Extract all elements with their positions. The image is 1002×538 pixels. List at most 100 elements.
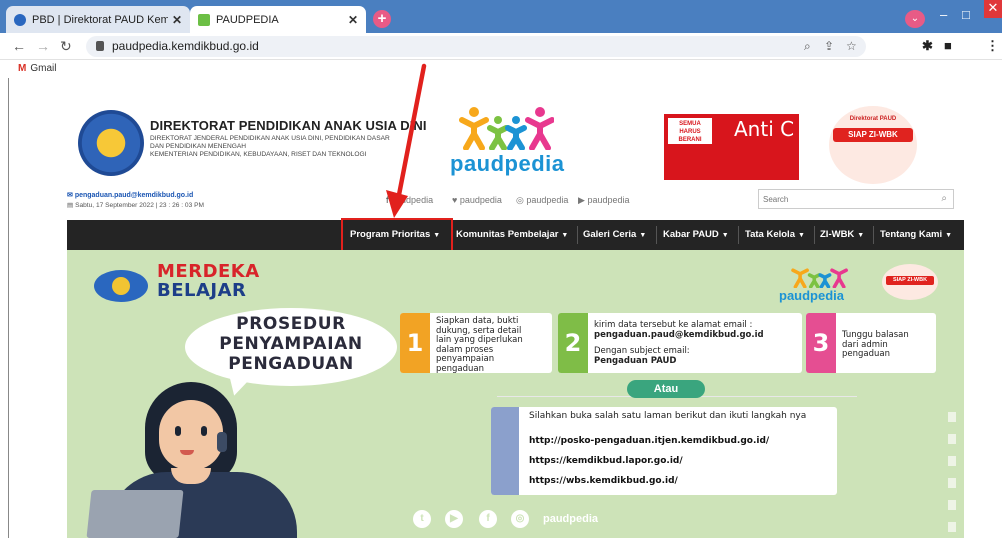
share-icon[interactable]: ⇪ (824, 39, 834, 53)
close-window-icon[interactable]: ✕ (984, 0, 1002, 18)
youtube-icon[interactable]: ▶ (445, 510, 463, 528)
contact-email-link[interactable]: ✉ pengaduan.paud@kemdikbud.go.id (67, 191, 193, 199)
forward-icon[interactable]: → (36, 38, 50, 54)
slider-dot[interactable] (948, 434, 956, 444)
bookmark-star-icon[interactable]: ☆ (846, 39, 857, 53)
extensions-puzzle-icon[interactable]: ✱ (922, 38, 933, 54)
nav-galeri-ceria[interactable]: Galeri Ceria ▼ (583, 229, 646, 240)
search-icon[interactable]: ⌕ (941, 193, 947, 204)
url-text[interactable]: paudpedia.kemdikbud.go.id (112, 39, 259, 53)
instagram-icon[interactable]: ◎ (511, 510, 529, 528)
minimize-icon[interactable]: – (940, 7, 947, 22)
close-tab-icon[interactable]: ✕ (172, 13, 182, 27)
tab-title: PAUDPEDIA (216, 13, 279, 26)
nav-zi-wbk[interactable]: ZI-WBK ▼ (820, 229, 864, 240)
tab-search-icon[interactable]: ⌄ (905, 10, 925, 28)
slider-dot[interactable] (948, 500, 956, 510)
tab-paudpedia[interactable]: PAUDPEDIA ✕ (190, 6, 366, 33)
social-youtube[interactable]: ▶ paudpedia (578, 195, 629, 206)
paudpedia-wordmark[interactable]: paudpedia (450, 151, 565, 177)
youtube-icon: ▶ (578, 195, 585, 205)
footer-handle: paudpedia (543, 513, 599, 525)
back-icon[interactable]: ← (12, 38, 26, 54)
main-navbar: Program Prioritas ▼ Komunitas Pembelajar ▼… (67, 220, 964, 250)
search-input[interactable] (763, 193, 923, 206)
new-tab-button[interactable]: + (373, 10, 391, 28)
bookmark-gmail[interactable]: M Gmail (18, 63, 56, 74)
step-line: Pengaduan PAUD (594, 355, 677, 366)
zi-wbk-small-badge: SIAP ZI-WBK (882, 264, 938, 300)
step-card-3: 3 Tunggu balasan dari admin pengaduan (806, 313, 936, 373)
bookmarks-bar: M Gmail (0, 60, 1002, 78)
nav-divider (814, 226, 815, 244)
side-panel-icon[interactable]: ■ (944, 38, 952, 53)
step-line: pengaduan.paud@kemdikbud.go.id (594, 329, 764, 340)
lock-icon (96, 41, 104, 51)
nav-label: Tentang Kami (880, 229, 943, 240)
social-instagram[interactable]: ◎ paudpedia (516, 195, 568, 206)
nav-label: Kabar PAUD (663, 229, 719, 240)
nav-divider (738, 226, 739, 244)
caret-down-icon: ▼ (797, 232, 805, 239)
step-text: Tunggu balasan dari admin pengaduan (842, 330, 909, 360)
step-number: 3 (806, 313, 836, 373)
reload-icon[interactable]: ↻ (60, 38, 72, 55)
link-wbs-kemdikbud[interactable]: https://wbs.kemdikbud.go.id/ (529, 476, 678, 486)
step-card-1: 1 Siapkan data, bukti dukung, serta deta… (400, 313, 552, 373)
headline-line: PROSEDUR (236, 314, 346, 334)
org-subtitle-line: DAN PENDIDIKAN MENENGAH (150, 143, 246, 150)
twitter-icon: ♥ (452, 195, 458, 205)
belajar-text: BELAJAR (157, 280, 247, 301)
menu-kebab-icon[interactable]: ⋮ (986, 38, 999, 54)
bookmark-label: Gmail (30, 63, 57, 74)
url-omnibox[interactable]: paudpedia.kemdikbud.go.id ⌕ ⇪ ☆ (86, 36, 866, 57)
nav-label: Tata Kelola (745, 229, 795, 240)
nav-tentang-kami[interactable]: Tentang Kami ▼ (880, 229, 952, 240)
caret-down-icon: ▼ (945, 232, 953, 239)
zoom-icon[interactable]: ⌕ (804, 39, 811, 54)
step-text: kirim data tersebut ke alamat email : pe… (594, 320, 764, 366)
nav-divider (656, 226, 657, 244)
step-line: pengaduan (842, 349, 890, 359)
alternative-links-box: Silahkan buka salah satu laman berikut d… (491, 407, 837, 495)
slider-dot[interactable] (948, 412, 956, 422)
nav-komunitas-pembelajar[interactable]: Komunitas Pembelajar ▼ (456, 229, 568, 240)
nav-kabar-paud[interactable]: Kabar PAUD ▼ (663, 229, 729, 240)
gmail-icon: M (18, 63, 27, 74)
laptop-icon (86, 490, 184, 538)
atau-pill: Atau (627, 380, 705, 398)
slider-dot[interactable] (948, 478, 956, 488)
nav-tata-kelola[interactable]: Tata Kelola ▼ (745, 229, 805, 240)
links-intro: Silahkan buka salah satu laman berikut d… (529, 411, 807, 421)
nav-label: Galeri Ceria (583, 229, 637, 240)
org-subtitle-line: DIREKTORAT JENDERAL PENDIDIKAN ANAK USIA… (150, 135, 390, 142)
paudpedia-small-wordmark: paudpedia (779, 288, 845, 303)
slider-dot[interactable] (948, 456, 956, 466)
step-number: 2 (558, 313, 588, 373)
contact-email-text: pengaduan.paud@kemdikbud.go.id (74, 192, 194, 199)
social-label: paudpedia (526, 195, 569, 205)
links-box-stripe (491, 407, 519, 495)
badge-top-text: Direktorat PAUD (849, 116, 897, 122)
maximize-icon[interactable]: □ (962, 7, 970, 22)
address-bar: ← → ↻ paudpedia.kemdikbud.go.id ⌕ ⇪ ☆ ✱ … (0, 33, 1002, 60)
zi-small-band-text: SIAP ZI-WBK (886, 276, 934, 285)
slider-dot[interactable] (948, 522, 956, 532)
merdeka-belajar-logo-center (112, 277, 130, 295)
close-tab-icon[interactable]: ✕ (348, 13, 358, 27)
anti-corruption-banner[interactable]: SEMUA HARUS BERANI Anti C (664, 114, 799, 180)
caret-down-icon: ▼ (721, 232, 729, 239)
red-arrow-annotation (386, 63, 427, 218)
link-kemdikbud-lapor[interactable]: https://kemdikbud.lapor.go.id/ (529, 456, 683, 466)
facebook-icon[interactable]: f (479, 510, 497, 528)
social-twitter[interactable]: ♥ paudpedia (452, 195, 502, 205)
nav-divider (577, 226, 578, 244)
site-search[interactable]: ⌕ (758, 189, 954, 209)
tab-direktorat-paud[interactable]: PBD | Direktorat PAUD Kemendi ✕ (6, 6, 190, 33)
link-posko-pengaduan[interactable]: http://posko-pengaduan.itjen.kemdikbud.g… (529, 436, 769, 446)
twitter-icon[interactable]: t (413, 510, 431, 528)
highlight-box-annotation (341, 218, 453, 254)
datetime-text: Sabtu, 17 September 2022 | 23 : 26 : 03 … (75, 202, 204, 209)
step-number: 1 (400, 313, 430, 373)
speech-bubble-tail (222, 371, 252, 399)
